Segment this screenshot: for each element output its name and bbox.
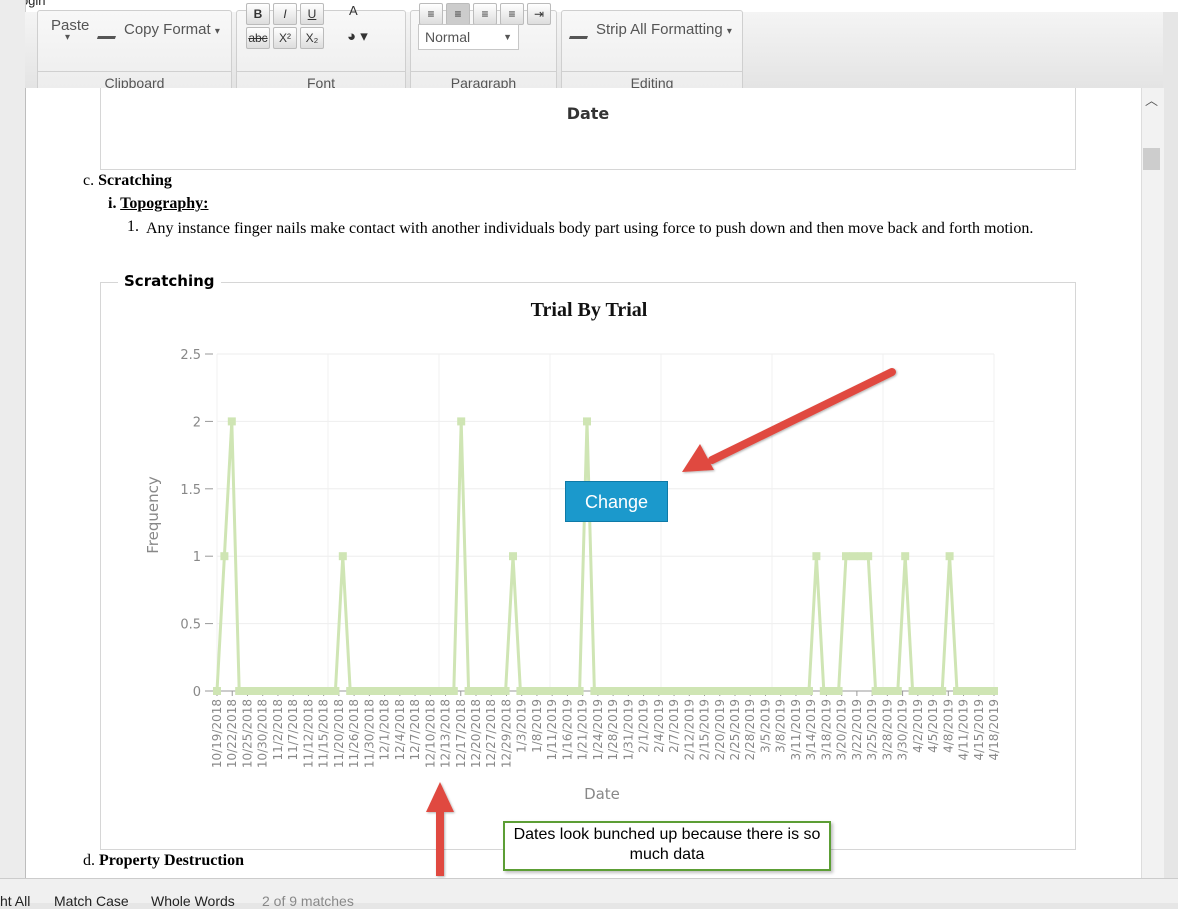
annotation-arrows	[426, 368, 896, 876]
arrow-to-button-shaft	[708, 368, 896, 464]
match-case-option[interactable]: Match Case	[54, 893, 129, 909]
vertical-scrollbar[interactable]	[1141, 88, 1164, 878]
scroll-up-icon[interactable]: ︿	[1143, 90, 1160, 108]
highlight-all-option[interactable]: ht All	[0, 893, 30, 909]
find-bar: ht All Match Case Whole Words 2 of 9 mat…	[0, 878, 1178, 909]
scrollbar-thumb[interactable]	[1143, 148, 1160, 170]
whole-words-option[interactable]: Whole Words	[151, 893, 235, 909]
find-match-count: 2 of 9 matches	[262, 893, 354, 909]
annotation-note: Dates look bunched up because there is s…	[503, 821, 831, 871]
arrow-to-dates-head	[426, 782, 454, 812]
